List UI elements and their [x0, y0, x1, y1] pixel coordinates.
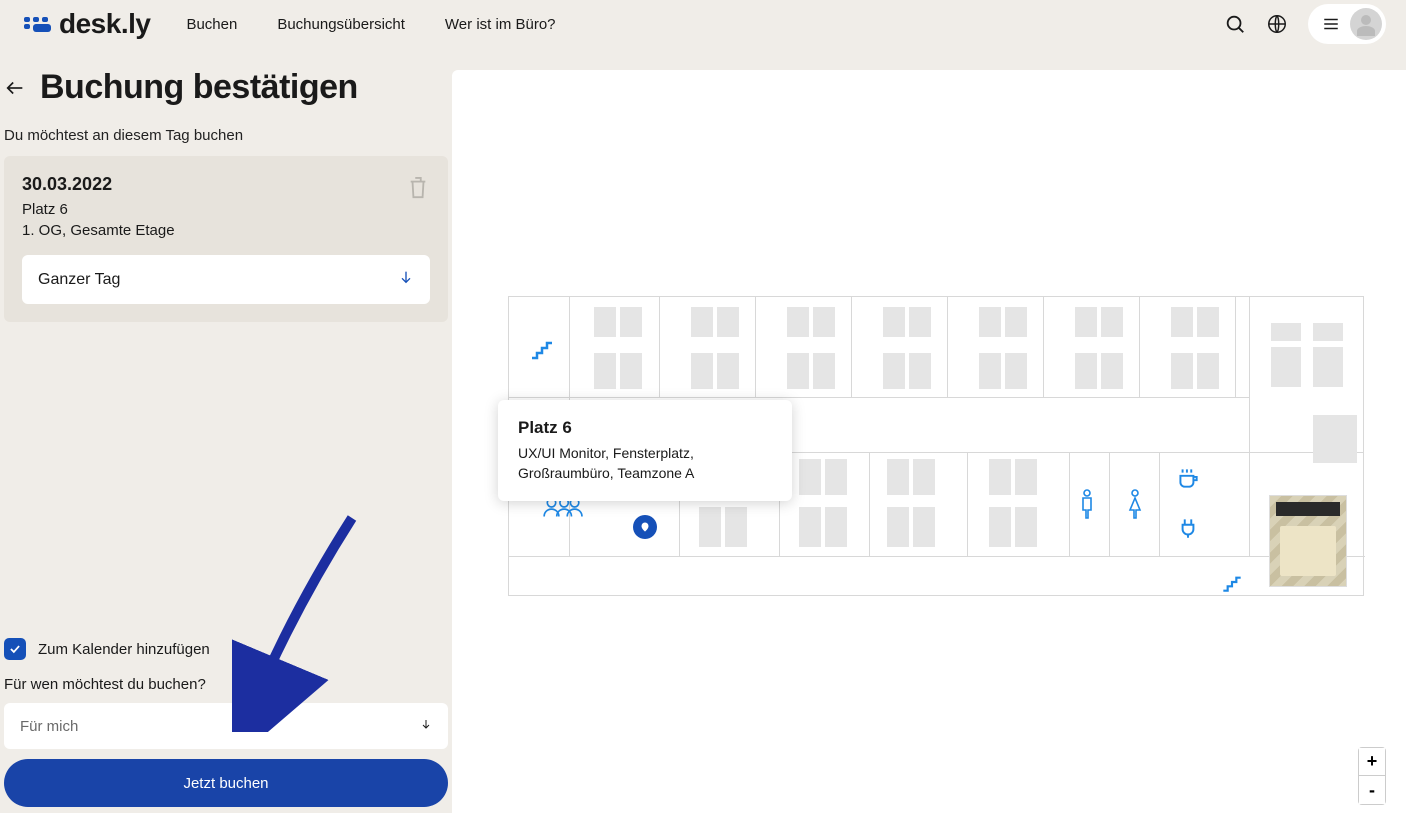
zoom-out-button[interactable]: - — [1359, 776, 1385, 804]
brand-logo[interactable]: desk.ly — [24, 8, 150, 40]
duration-select[interactable]: Ganzer Tag — [22, 255, 430, 304]
booking-date: 30.03.2022 — [22, 174, 175, 195]
main-nav: Buchen Buchungsübersicht Wer ist im Büro… — [186, 16, 555, 33]
page-title-row: Buchung bestätigen — [0, 68, 452, 127]
booking-place: Platz 6 — [22, 201, 175, 218]
restroom-male-icon — [1079, 489, 1095, 524]
stairs-icon — [1215, 569, 1249, 600]
avatar-icon — [1350, 8, 1382, 40]
delete-booking-button[interactable] — [406, 174, 430, 202]
nav-item-who[interactable]: Wer ist im Büro? — [445, 16, 556, 33]
user-menu[interactable] — [1308, 4, 1386, 44]
hamburger-icon — [1322, 15, 1340, 33]
zoom-in-button[interactable]: + — [1359, 748, 1385, 776]
desk-tooltip: Platz 6 UX/UI Monitor, Fensterplatz, Gro… — [498, 400, 792, 501]
calendar-checkbox-row[interactable]: Zum Kalender hinzufügen — [0, 638, 452, 660]
language-button[interactable] — [1266, 13, 1288, 35]
for-whom-label: Für wen möchtest du buchen? — [0, 676, 452, 693]
booking-card: 30.03.2022 Platz 6 1. OG, Gesamte Etage … — [4, 156, 448, 322]
page-title: Buchung bestätigen — [40, 68, 358, 107]
booking-panel: Buchung bestätigen Du möchtest an diesem… — [0, 48, 452, 813]
coffee-icon — [1175, 465, 1201, 496]
main-layout: Buchung bestätigen Du möchtest an diesem… — [0, 48, 1406, 813]
logo-mark-icon — [24, 17, 51, 32]
restroom-female-icon — [1127, 489, 1143, 524]
book-now-button[interactable]: Jetzt buchen — [4, 759, 448, 807]
meeting-room-photo[interactable] — [1269, 495, 1347, 587]
zoom-controls: + - — [1358, 747, 1386, 805]
floor-plan-panel: Platz 6 UX/UI Monitor, Fensterplatz, Gro… — [452, 70, 1406, 813]
nav-item-overview[interactable]: Buchungsübersicht — [277, 16, 405, 33]
search-button[interactable] — [1224, 13, 1246, 35]
stairs-icon — [527, 333, 557, 368]
for-whom-select[interactable]: Für mich — [4, 703, 448, 749]
nav-item-book[interactable]: Buchen — [186, 16, 237, 33]
header-actions — [1224, 4, 1386, 44]
selected-desk-marker[interactable] — [633, 515, 657, 539]
chevron-down-icon — [420, 717, 432, 735]
search-icon — [1224, 13, 1246, 35]
globe-icon — [1266, 13, 1288, 35]
chevron-down-icon — [398, 269, 414, 290]
page-subtitle: Du möchtest an diesem Tag buchen — [0, 127, 452, 156]
tooltip-title: Platz 6 — [518, 418, 772, 438]
booking-floor: 1. OG, Gesamte Etage — [22, 222, 175, 239]
brand-name: desk.ly — [59, 8, 150, 40]
app-header: desk.ly Buchen Buchungsübersicht Wer ist… — [0, 0, 1406, 48]
back-button[interactable] — [4, 77, 26, 99]
for-whom-value: Für mich — [20, 718, 78, 735]
arrow-left-icon — [4, 77, 26, 99]
trash-icon — [407, 175, 429, 201]
tooltip-desc: UX/UI Monitor, Fensterplatz, Großraumbür… — [518, 444, 772, 483]
checkbox-checked-icon — [4, 638, 26, 660]
duration-value: Ganzer Tag — [38, 271, 120, 289]
plug-icon — [1175, 515, 1201, 546]
calendar-checkbox-label: Zum Kalender hinzufügen — [38, 641, 210, 658]
